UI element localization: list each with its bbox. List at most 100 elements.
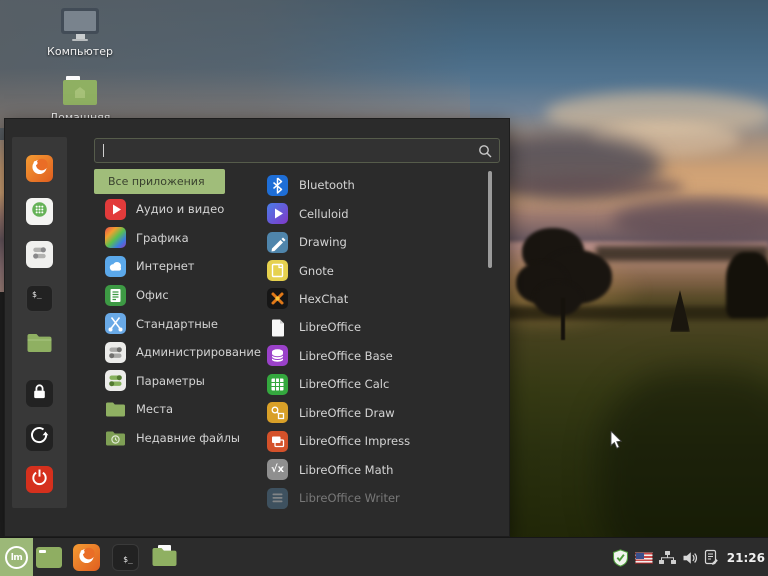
software-manager-launcher[interactable] <box>26 198 53 225</box>
app-libreoffice-draw[interactable]: LibreOffice Draw <box>257 399 489 427</box>
app-libreoffice-writer[interactable]: LibreOffice Writer <box>257 484 489 512</box>
desktop-icon-label: Компьютер <box>38 45 122 58</box>
taskbar-files-launcher[interactable] <box>151 544 178 571</box>
category-administration[interactable]: Администрирование <box>94 338 269 367</box>
gnote-icon <box>267 260 288 281</box>
network-icon[interactable] <box>659 551 676 565</box>
application-list: Bluetooth Celluloid Drawing Gnote <box>257 171 489 512</box>
terminal-icon: $_ <box>32 290 42 299</box>
preferences-toggles-icon <box>105 370 126 391</box>
category-accessories[interactable]: Стандартные <box>94 309 269 338</box>
conifer-silhouette <box>726 252 768 318</box>
desktop: Компьютер Домашняя папка <box>0 0 768 576</box>
search-icon <box>478 144 492 158</box>
recent-files-icon <box>105 428 126 449</box>
libreoffice-icon <box>267 317 288 338</box>
tree-trunk <box>561 298 565 340</box>
category-label: Аудио и видео <box>136 202 224 216</box>
taskbar-window-launcher[interactable] <box>36 547 62 568</box>
app-label: LibreOffice Draw <box>299 406 395 420</box>
graphics-icon <box>105 227 126 248</box>
notes-applet-icon[interactable] <box>704 549 719 566</box>
mint-logo-icon: lm <box>5 546 28 569</box>
category-internet[interactable]: Интернет <box>94 252 269 281</box>
category-preferences[interactable]: Параметры <box>94 367 269 396</box>
computer-icon <box>61 8 99 34</box>
power-icon <box>28 466 51 493</box>
category-office[interactable]: Офис <box>94 281 269 310</box>
logout-button[interactable] <box>26 424 53 451</box>
admin-toggles-icon <box>105 342 126 363</box>
office-doc-icon <box>105 285 126 306</box>
firefox-icon <box>28 155 51 182</box>
files-launcher[interactable] <box>26 329 53 356</box>
settings-launcher[interactable] <box>26 241 53 268</box>
app-label: Celluloid <box>299 207 349 221</box>
lock-screen-button[interactable] <box>26 380 53 407</box>
menu-button[interactable]: lm <box>0 538 33 576</box>
app-hexchat[interactable]: HexChat <box>257 285 489 313</box>
category-label: Параметры <box>136 374 205 388</box>
taskbar-firefox-launcher[interactable] <box>73 544 100 571</box>
taskbar: lm $_ <box>0 537 768 576</box>
app-gnote[interactable]: Gnote <box>257 256 489 284</box>
category-label: Администрирование <box>136 345 261 359</box>
window-icon <box>39 550 46 553</box>
search-input[interactable] <box>104 145 478 157</box>
app-libreoffice-calc[interactable]: LibreOffice Calc <box>257 370 489 398</box>
app-label: HexChat <box>299 292 348 306</box>
app-libreoffice-base[interactable]: LibreOffice Base <box>257 342 489 370</box>
app-celluloid[interactable]: Celluloid <box>257 199 489 227</box>
taskbar-terminal-launcher[interactable]: $_ <box>112 544 139 571</box>
keyboard-layout-us-flag-icon[interactable] <box>635 552 653 564</box>
shutdown-button[interactable] <box>26 466 53 493</box>
settings-toggles-icon <box>28 241 51 268</box>
category-label: Стандартные <box>136 317 218 331</box>
audio-video-icon <box>105 199 126 220</box>
desktop-icon-computer[interactable]: Компьютер <box>38 8 122 58</box>
search-box[interactable] <box>94 138 500 163</box>
app-label: Gnote <box>299 264 334 278</box>
celluloid-icon <box>267 203 288 224</box>
database-icon <box>267 345 288 366</box>
category-label: Недавние файлы <box>136 431 240 445</box>
computer-icon-base <box>72 39 88 41</box>
terminal-icon: $_ <box>123 555 133 564</box>
app-label: LibreOffice Calc <box>299 377 389 391</box>
software-manager-icon <box>28 198 51 225</box>
volume-icon[interactable] <box>682 551 698 565</box>
app-label: LibreOffice Math <box>299 463 393 477</box>
app-label: Drawing <box>299 235 347 249</box>
category-label: Места <box>136 402 173 416</box>
app-drawing[interactable]: Drawing <box>257 228 489 256</box>
category-audio-video[interactable]: Аудио и видео <box>94 195 269 224</box>
formula-icon: √x <box>267 459 288 480</box>
firefox-launcher[interactable] <box>26 155 53 182</box>
app-label: LibreOffice Writer <box>299 491 400 505</box>
cloud <box>505 176 685 198</box>
cloud-icon <box>105 256 126 277</box>
app-label: Bluetooth <box>299 178 355 192</box>
scissors-icon <box>105 313 126 334</box>
category-graphics[interactable]: Графика <box>94 224 269 253</box>
category-places[interactable]: Места <box>94 395 269 424</box>
category-label: Офис <box>136 288 169 302</box>
scrollbar[interactable] <box>488 171 492 268</box>
shapes-icon <box>267 402 288 423</box>
bluetooth-icon <box>267 175 288 196</box>
menu-favorites-sidebar: $_ <box>12 137 67 508</box>
category-recent-files[interactable]: Недавние файлы <box>94 424 269 453</box>
app-libreoffice-impress[interactable]: LibreOffice Impress <box>257 427 489 455</box>
mouse-cursor <box>610 431 624 455</box>
clock[interactable]: 21:26 <box>727 551 765 565</box>
home-folder-icon <box>63 80 97 105</box>
app-libreoffice-math[interactable]: √x LibreOffice Math <box>257 455 489 483</box>
update-shield-icon[interactable] <box>612 549 629 567</box>
hexchat-icon <box>267 288 288 309</box>
app-label: LibreOffice <box>299 320 361 334</box>
pencil-icon <box>267 232 288 253</box>
terminal-launcher[interactable]: $_ <box>26 285 53 312</box>
category-all-applications[interactable]: Все приложения <box>94 169 225 194</box>
app-libreoffice[interactable]: LibreOffice <box>257 313 489 341</box>
app-bluetooth[interactable]: Bluetooth <box>257 171 489 199</box>
